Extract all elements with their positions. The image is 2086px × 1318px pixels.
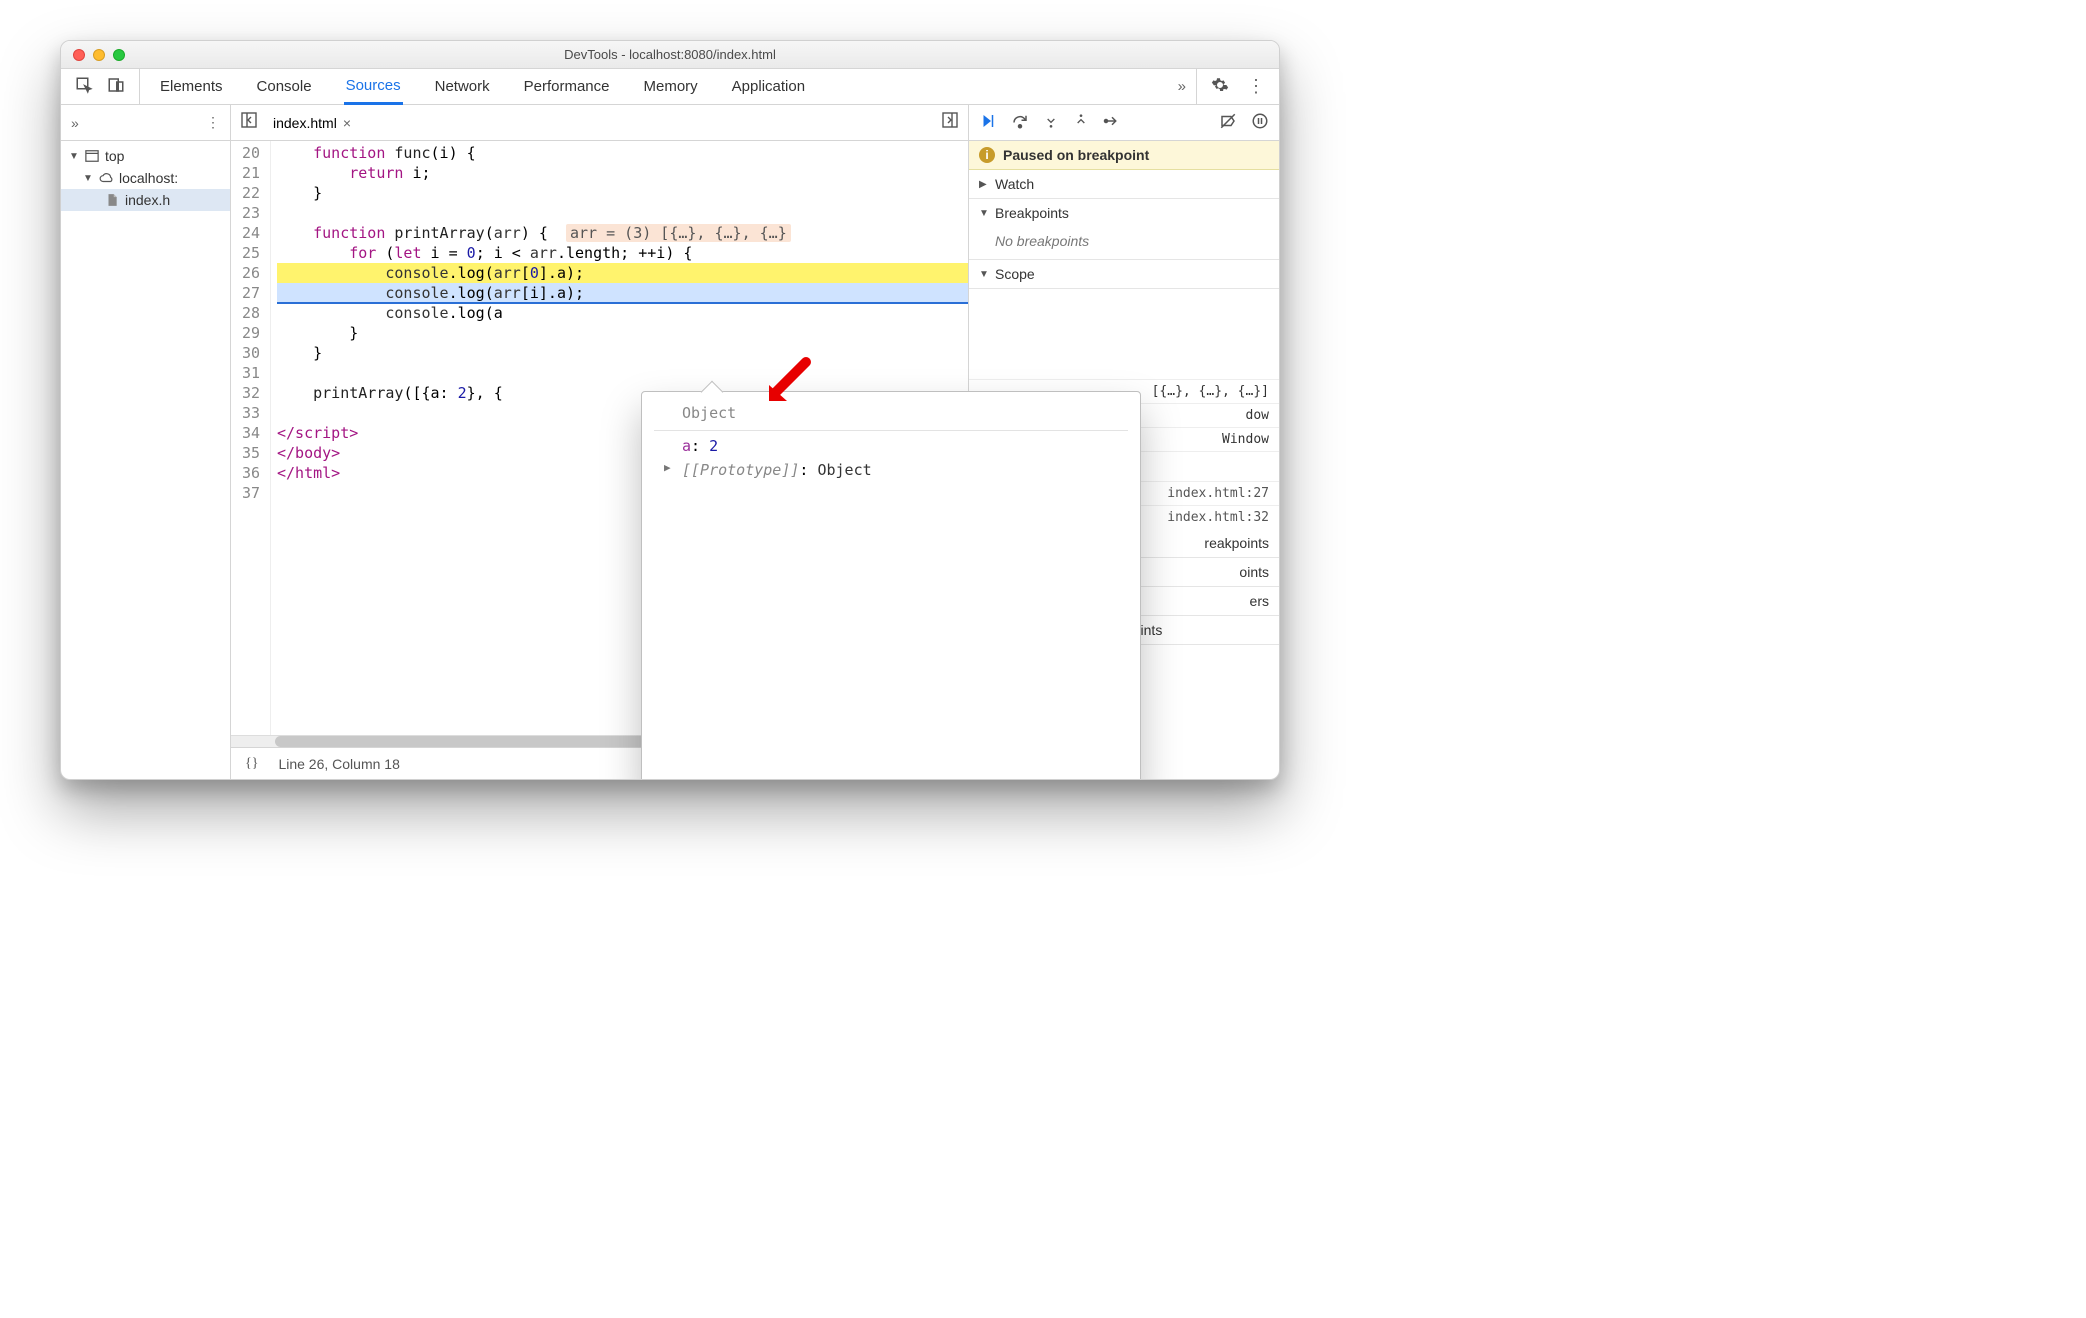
scope-arr-summary: [{…}, {…}, {…}] [1152,384,1269,399]
file-tab-index[interactable]: index.html × [267,111,357,135]
tree-row-file[interactable]: index.h [61,189,230,211]
code-line[interactable]: return i; [277,163,968,183]
devtools-window: DevTools - localhost:8080/index.html Ele… [60,40,1280,780]
paused-banner: i Paused on breakpoint [969,141,1279,170]
cloud-icon [99,171,113,185]
code-line[interactable]: console.log(arr[0].a); [277,263,968,283]
device-toolbar-icon[interactable] [107,76,125,98]
titlebar: DevTools - localhost:8080/index.html [61,41,1279,69]
inline-value-hint: arr = (3) [{…}, {…}, {…} [566,224,791,242]
line-gutter: 202122232425262728293031323334353637 [231,141,271,735]
popover-proto-key: [[Prototype]] [682,461,799,479]
tab-sources[interactable]: Sources [344,69,403,105]
info-icon: i [979,147,995,163]
breakpoints-label: Breakpoints [995,205,1069,221]
line-number[interactable]: 23 [237,203,260,223]
line-number[interactable]: 30 [237,343,260,363]
line-number[interactable]: 31 [237,363,260,383]
tree-label-file: index.h [125,192,170,208]
code-line[interactable] [277,203,968,223]
popover-prop-key: a [682,437,691,455]
toggle-navigator-icon[interactable] [241,112,257,133]
line-number[interactable]: 29 [237,323,260,343]
toggle-debugger-icon[interactable] [942,112,958,133]
window-frame-icon [85,149,99,163]
paused-banner-label: Paused on breakpoint [1003,147,1149,163]
code-line[interactable]: function func(i) { [277,143,968,163]
tab-performance[interactable]: Performance [522,70,612,103]
settings-icon[interactable] [1211,76,1229,98]
line-number[interactable]: 25 [237,243,260,263]
pretty-print-icon[interactable]: {} [245,756,258,772]
popover-proto-value: Object [817,461,871,479]
line-number[interactable]: 20 [237,143,260,163]
code-line[interactable]: } [277,323,968,343]
popover-prototype-row[interactable]: ▶ [[Prototype]]: Object [654,455,1128,479]
step-over-icon[interactable] [1011,112,1029,133]
popover-type: Object [654,402,1128,431]
code-line[interactable]: } [277,183,968,203]
watch-section[interactable]: ▶Watch [969,170,1279,199]
step-into-icon[interactable] [1043,112,1059,133]
tree-label-top: top [105,148,124,164]
resume-icon[interactable] [979,112,997,133]
more-tabs-icon[interactable]: » [1168,78,1196,95]
breakpoints-section[interactable]: ▼Breakpoints No breakpoints [969,199,1279,260]
line-number[interactable]: 35 [237,443,260,463]
tab-application[interactable]: Application [730,70,807,103]
scope-label: Scope [995,266,1035,282]
callstack-loc: index.html:32 [1167,510,1269,525]
tab-network[interactable]: Network [433,70,492,103]
scope-section[interactable]: ▼Scope [969,260,1279,289]
line-number[interactable]: 28 [237,303,260,323]
scope-global: Window [1222,432,1269,447]
code-line[interactable] [277,363,968,383]
popover-prop-value: 2 [709,437,718,455]
line-number[interactable]: 32 [237,383,260,403]
code-line[interactable]: } [277,343,968,363]
line-number[interactable]: 26 [237,263,260,283]
close-tab-icon[interactable]: × [343,115,351,131]
file-icon [105,193,119,207]
code-line[interactable]: function printArray(arr) { arr = (3) [{…… [277,223,968,243]
line-number[interactable]: 34 [237,423,260,443]
scope-window-short: dow [1246,408,1269,423]
step-icon[interactable] [1103,112,1121,133]
tree-row-top[interactable]: ▼ top [61,145,230,167]
watch-label: Watch [995,176,1034,192]
tree-row-origin[interactable]: ▼ localhost: [61,167,230,189]
tab-elements[interactable]: Elements [158,70,225,103]
main-tabbar: Elements Console Sources Network Performance… [61,69,1279,105]
code-line[interactable]: console.log(arr[i].a); [277,283,968,303]
line-number[interactable]: 24 [237,223,260,243]
line-number[interactable]: 21 [237,163,260,183]
tab-console[interactable]: Console [255,70,314,103]
file-tab-label: index.html [273,115,337,131]
step-out-icon[interactable] [1073,112,1089,133]
line-number[interactable]: 37 [237,483,260,503]
object-preview-popover: Object a: 2 ▶ [[Prototype]]: Object [641,391,1141,780]
callstack-loc: index.html:27 [1167,486,1269,501]
code-line[interactable]: for (let i = 0; i < arr.length; ++i) { [277,243,968,263]
code-line[interactable]: console.log(a [277,303,968,323]
inspect-element-icon[interactable] [75,76,93,98]
more-navigator-icon[interactable]: » [71,115,79,131]
deactivate-breakpoints-icon[interactable] [1219,112,1237,133]
line-number[interactable]: 27 [237,283,260,303]
tree-label-origin: localhost: [119,170,178,186]
line-number[interactable]: 33 [237,403,260,423]
window-title: DevTools - localhost:8080/index.html [61,47,1279,62]
debugger-toolbar [969,105,1279,141]
navigator-sidebar: » ⋮ ▼ top ▼ localhost: [61,105,231,779]
pause-exceptions-icon[interactable] [1251,112,1269,133]
breakpoints-empty: No breakpoints [969,227,1279,259]
tab-memory[interactable]: Memory [642,70,700,103]
file-tree: ▼ top ▼ localhost: [61,141,230,215]
navigator-menu-icon[interactable]: ⋮ [206,114,220,131]
kebab-menu-icon[interactable]: ⋮ [1247,76,1265,97]
line-number[interactable]: 36 [237,463,260,483]
cursor-position: Line 26, Column 18 [278,756,399,772]
popover-property-row[interactable]: a: 2 [654,431,1128,455]
line-number[interactable]: 22 [237,183,260,203]
